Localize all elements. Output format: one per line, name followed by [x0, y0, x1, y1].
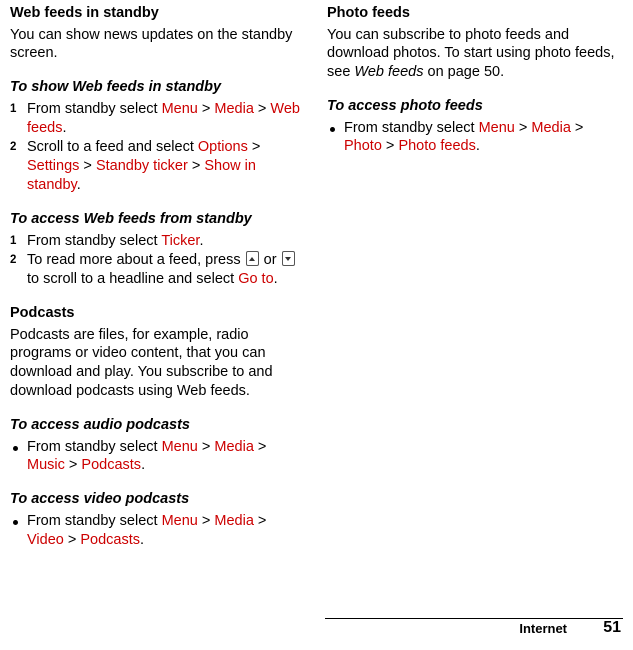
menu-separator: > [253, 438, 267, 455]
bullet-dot-icon [330, 126, 335, 132]
menu-reference: Podcasts [80, 531, 141, 548]
step-number: 2 [10, 254, 17, 267]
menu-separator: > [253, 100, 271, 117]
text-run: . [76, 177, 81, 194]
menu-reference: Podcasts [81, 457, 142, 474]
bullet-item: From standby select Menu > Media > Music… [10, 438, 305, 476]
text-run: From standby select [27, 438, 162, 455]
menu-separator: > [197, 438, 215, 455]
step-number: 2 [10, 141, 17, 154]
menu-separator: > [381, 138, 399, 155]
text-run: From standby select [344, 119, 479, 136]
menu-reference: Photo feeds [398, 138, 476, 155]
menu-separator: > [247, 139, 261, 156]
text-run: Scroll to a feed and select [27, 139, 198, 156]
paragraph-podcasts: Podcasts are files, for example, radio p… [10, 326, 273, 400]
footer-rule [325, 618, 623, 619]
nav-up-key-icon [245, 251, 259, 267]
menu-separator: > [570, 119, 584, 136]
page-footer: Internet 51 [0, 618, 633, 640]
menu-reference: Ticker [161, 232, 200, 249]
menu-reference: Video [27, 531, 64, 548]
bullets-to-access-photo-feeds: From standby select Menu > Media > Photo… [327, 119, 622, 157]
menu-reference: Photo [344, 138, 382, 155]
heading-to-access-photo-feeds: To access photo feeds [327, 98, 483, 115]
steps-to-show-web-feeds-in-standby: 1 From standby select Menu > Media > Web … [10, 100, 305, 195]
text-run: From standby select [27, 100, 162, 117]
menu-reference: Options [197, 139, 248, 156]
menu-reference: Media [214, 512, 254, 529]
steps-to-access-web-feeds-from-standby: 1 From standby select Ticker. 2 To read mor… [10, 232, 305, 290]
left-column: Web feeds in standby You can show news u… [10, 4, 305, 549]
text-run: or [259, 252, 281, 269]
menu-separator: > [79, 158, 96, 175]
two-column-layout: Web feeds in standby You can show news u… [10, 4, 623, 549]
text-run: . [199, 232, 204, 249]
menu-reference: Go to [238, 271, 274, 288]
text-run: . [140, 531, 145, 548]
menu-reference: Standby ticker [95, 158, 188, 175]
paragraph-photo-feeds: You can subscribe to photo feeds and dow… [327, 26, 622, 83]
numbered-step: 2 Scroll to a feed and select Options > S… [10, 138, 305, 195]
heading-to-show-web-feeds-in-standby: To show Web feeds in standby [10, 79, 222, 96]
text-run: to scroll to a headline and select [27, 271, 239, 288]
menu-reference: Media [214, 100, 254, 117]
heading-to-access-video-podcasts: To access video podcasts [10, 491, 190, 508]
footer-chapter-label: Internet [519, 621, 567, 636]
menu-separator: > [197, 512, 215, 529]
numbered-step: 2 To read more about a feed, press or to … [10, 251, 305, 289]
bullet-dot-icon [13, 519, 18, 525]
menu-reference: Media [214, 438, 254, 455]
menu-separator: > [187, 158, 205, 175]
text-run: From standby select [27, 232, 162, 249]
menu-reference: Settings [27, 158, 80, 175]
numbered-step: 1 From standby select Menu > Media > Web … [10, 100, 305, 138]
menu-reference: Menu [161, 512, 198, 529]
footer-page-number: 51 [603, 619, 621, 636]
step-number: 1 [10, 234, 17, 247]
menu-reference: Menu [161, 438, 198, 455]
step-number: 1 [10, 102, 17, 115]
text-run: To read more about a feed, press [27, 252, 245, 269]
bullet-dot-icon [13, 445, 18, 451]
heading-to-access-audio-podcasts: To access audio podcasts [10, 417, 190, 433]
menu-reference: Menu [478, 119, 515, 136]
text-run: . [141, 457, 146, 474]
cross-reference: Web feeds [354, 64, 424, 81]
heading-podcasts: Podcasts [10, 305, 75, 322]
heading-to-access-web-feeds-from-standby: To access Web feeds from standby [10, 211, 252, 227]
text-run: on page 50. [423, 64, 505, 81]
numbered-step: 1 From standby select Ticker. [10, 232, 305, 251]
bullet-item: From standby select Menu > Media > Photo… [327, 119, 622, 157]
nav-down-key-icon [281, 251, 295, 267]
heading-web-feeds-in-standby: Web feeds in standby [10, 5, 159, 21]
paragraph-web-feeds-in-standby: You can show news updates on the standby… [10, 26, 293, 62]
menu-reference: Menu [161, 100, 198, 117]
bullets-to-access-video-podcasts: From standby select Menu > Media > Video… [10, 512, 305, 550]
text-run: From standby select [27, 512, 162, 529]
bullet-item: From standby select Menu > Media > Video… [10, 512, 305, 550]
bullets-to-access-audio-podcasts: From standby select Menu > Media > Music… [10, 438, 305, 476]
menu-separator: > [197, 100, 215, 117]
menu-reference: Media [531, 119, 571, 136]
heading-photo-feeds: Photo feeds [327, 5, 410, 21]
menu-reference: Music [27, 457, 65, 474]
right-column: Photo feeds You can subscribe to photo f… [327, 4, 622, 549]
text-run: . [62, 119, 67, 136]
menu-separator: > [514, 119, 532, 136]
menu-separator: > [63, 531, 81, 548]
text-run: . [475, 138, 480, 155]
menu-separator: > [253, 512, 267, 529]
menu-separator: > [64, 457, 82, 474]
text-run: . [273, 271, 278, 288]
document-page: Web feeds in standby You can show news u… [0, 0, 633, 650]
